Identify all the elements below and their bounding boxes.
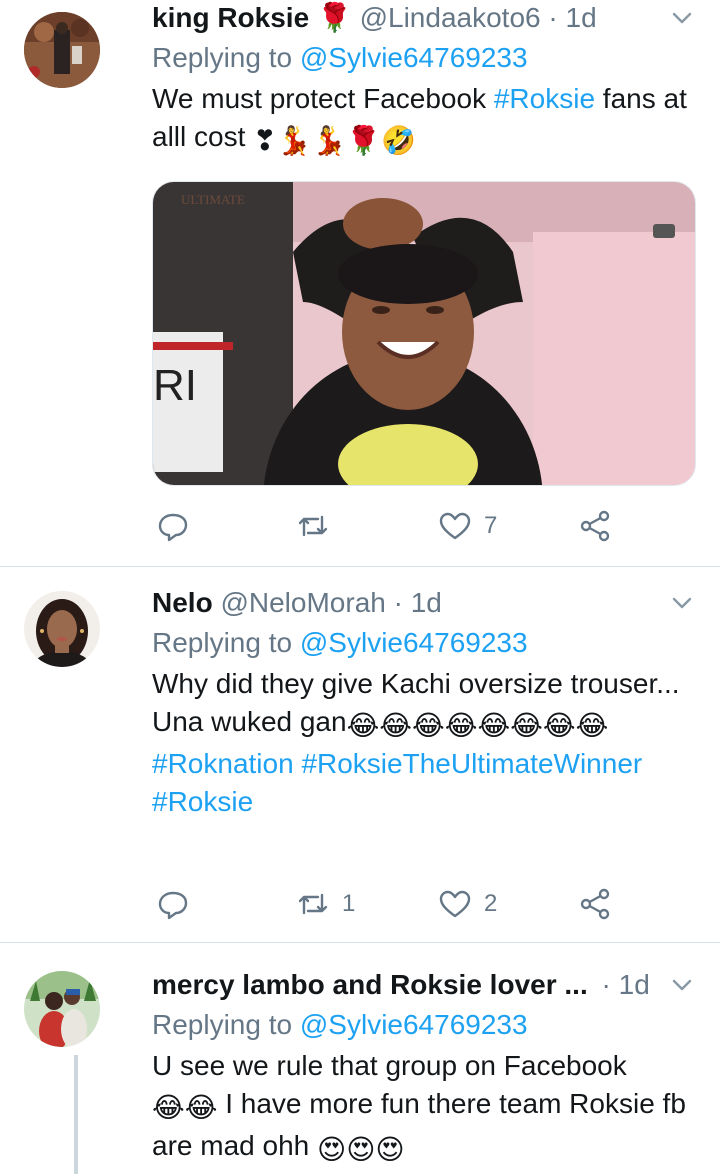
like-button[interactable]: 2 xyxy=(438,884,497,924)
reply-button[interactable] xyxy=(156,884,202,924)
display-name[interactable]: Nelo xyxy=(152,587,213,618)
reply-icon xyxy=(158,891,188,920)
tweet-header: king Roksie 🌹 @Lindaakoto6 · 1d xyxy=(152,0,696,36)
tweet-text: Why did they give Kachi oversize trouser… xyxy=(152,665,696,745)
emoji-group: 😂😂😂😂😂😂😂😂 xyxy=(346,710,609,741)
chevron-down-icon[interactable] xyxy=(668,589,696,617)
retweet-count: 1 xyxy=(342,890,356,917)
tweet-actions: 1 2 xyxy=(152,884,632,924)
heart-icon xyxy=(439,890,471,918)
like-button[interactable]: 7 xyxy=(438,506,497,546)
tweet-header: Nelo @NeloMorah · 1d xyxy=(152,585,696,621)
share-button[interactable] xyxy=(578,884,612,924)
reply-icon xyxy=(158,513,188,542)
heart-icon xyxy=(439,512,471,540)
replying-to-label: Replying to xyxy=(152,627,300,658)
separator-dot: · xyxy=(601,969,611,1000)
retweet-icon xyxy=(298,515,328,537)
hashtag-link[interactable]: #Roksie xyxy=(494,83,595,114)
share-icon xyxy=(580,888,610,920)
thread-line xyxy=(74,1055,78,1174)
separator-dot: · xyxy=(548,2,558,33)
display-name[interactable]: king Roksie 🌹 xyxy=(152,2,352,33)
tweet-content: mercy lambo and Roksie lover ... · 1d Re… xyxy=(152,967,696,1169)
avatar-image xyxy=(24,971,100,1047)
emoji-group: 😍😍😍 xyxy=(317,1134,405,1165)
tweet-media-image[interactable]: ULTIMATE RI xyxy=(152,181,696,486)
avatar-image xyxy=(24,591,100,667)
tweet-text-part: I have more fun there team Roksie fb are… xyxy=(152,1088,686,1161)
media-photo: ULTIMATE RI xyxy=(153,182,695,485)
user-handle[interactable]: @Lindaakoto6 xyxy=(360,2,541,33)
hashtag-block: #Roknation #RoksieTheUltimateWinner #Rok… xyxy=(152,745,696,821)
share-button[interactable] xyxy=(578,506,612,546)
tweet-1[interactable]: king Roksie 🌹 @Lindaakoto6 · 1d Replying… xyxy=(0,0,720,565)
tweet-header: mercy lambo and Roksie lover ... · 1d xyxy=(152,967,696,1003)
retweet-icon xyxy=(298,893,328,915)
media-overlay-text: RI xyxy=(153,361,197,410)
tweet-3[interactable]: mercy lambo and Roksie lover ... · 1d Re… xyxy=(0,943,720,1174)
chevron-down-icon[interactable] xyxy=(668,4,696,32)
separator-dot: · xyxy=(393,587,403,618)
share-icon xyxy=(580,510,610,542)
tweet-text-part: U see we rule that group on Facebook xyxy=(152,1050,627,1081)
tweet-actions: 7 xyxy=(152,506,632,546)
mention-link[interactable]: @Sylvie64769233 xyxy=(300,42,528,73)
user-handle[interactable]: @NeloMorah xyxy=(220,587,385,618)
tweet-2[interactable]: Nelo @NeloMorah · 1d Replying to @Sylvie… xyxy=(0,567,720,942)
replying-to-label: Replying to xyxy=(152,42,300,73)
replying-to: Replying to @Sylvie64769233 xyxy=(152,40,696,76)
mention-link[interactable]: @Sylvie64769233 xyxy=(300,627,528,658)
emoji-group: 😂😂 xyxy=(152,1092,218,1123)
chevron-down-icon[interactable] xyxy=(668,971,696,999)
replying-to: Replying to @Sylvie64769233 xyxy=(152,625,696,661)
hashtag-link[interactable]: #Roksie xyxy=(152,786,253,817)
avatar[interactable] xyxy=(24,12,100,88)
retweet-button[interactable] xyxy=(296,506,342,546)
hashtag-link[interactable]: #RoksieTheUltimateWinner xyxy=(301,748,642,779)
emoji-group: ❣💃💃🌹🤣 xyxy=(253,125,417,156)
avatar[interactable] xyxy=(24,971,100,1047)
avatar[interactable] xyxy=(24,591,100,667)
tweet-text: U see we rule that group on Facebook 😂😂 … xyxy=(152,1047,696,1169)
tweet-text: We must protect Facebook #Roksie fans at… xyxy=(152,80,696,160)
timestamp[interactable]: 1d xyxy=(411,587,442,618)
timestamp[interactable]: 1d xyxy=(566,2,597,33)
like-count: 7 xyxy=(484,512,498,539)
replying-to: Replying to @Sylvie64769233 xyxy=(152,1007,696,1043)
avatar-image xyxy=(24,12,100,88)
tweet-text-part: We must protect Facebook xyxy=(152,83,494,114)
like-count: 2 xyxy=(484,890,498,917)
tweet-content: Nelo @NeloMorah · 1d Replying to @Sylvie… xyxy=(152,585,696,821)
hashtag-link[interactable]: #Roknation xyxy=(152,748,294,779)
media-logo-text: ULTIMATE xyxy=(181,192,245,207)
tweet-content: king Roksie 🌹 @Lindaakoto6 · 1d Replying… xyxy=(152,0,696,160)
mention-link[interactable]: @Sylvie64769233 xyxy=(300,1009,528,1040)
retweet-button[interactable]: 1 xyxy=(296,884,355,924)
replying-to-label: Replying to xyxy=(152,1009,300,1040)
display-name[interactable]: mercy lambo and Roksie lover ... xyxy=(152,969,588,1000)
reply-button[interactable] xyxy=(156,506,202,546)
timestamp[interactable]: 1d xyxy=(619,969,650,1000)
